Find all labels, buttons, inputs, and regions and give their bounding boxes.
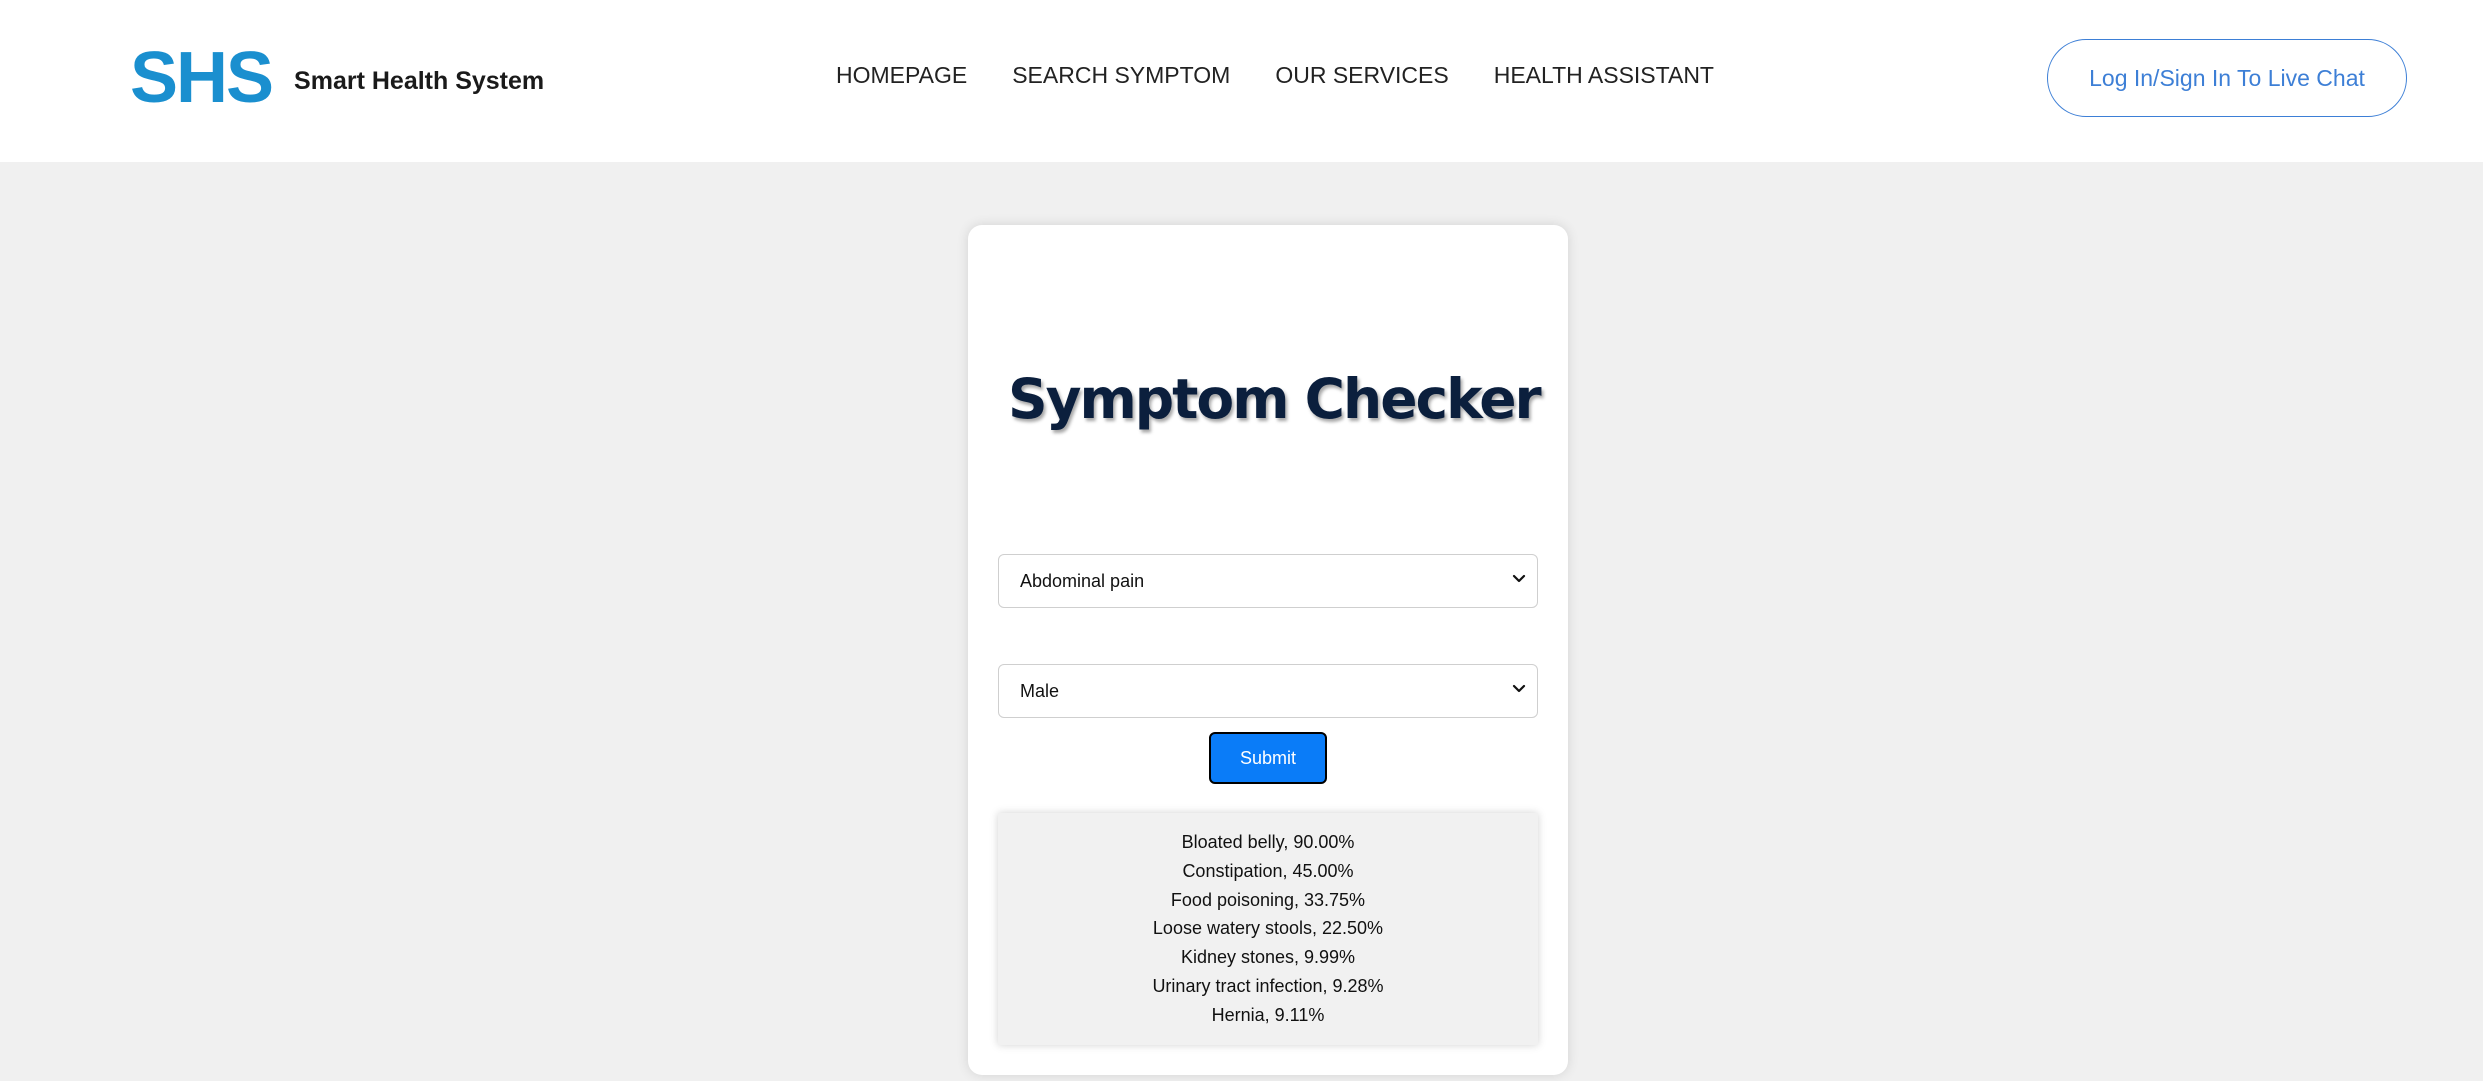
main-nav: HOMEPAGE SEARCH SYMPTOM OUR SERVICES HEA…	[836, 62, 1759, 89]
logo-text: Smart Health System	[294, 66, 545, 95]
submit-button[interactable]: Submit	[1209, 732, 1327, 784]
result-item: Loose watery stools, 22.50%	[1152, 918, 1384, 939]
results-panel: Bloated belly, 90.00% Constipation, 45.0…	[998, 813, 1538, 1045]
result-item: Kidney stones, 9.99%	[1180, 947, 1356, 968]
symptom-checker-card: Symptom Checker Abdominal pain Male Subm…	[968, 225, 1568, 1075]
logo-mark: SHS	[130, 38, 274, 118]
nav-search-symptom[interactable]: SEARCH SYMPTOM	[1012, 62, 1230, 89]
result-item: Bloated belly, 90.00%	[1181, 832, 1355, 852]
page-title: Symptom Checker	[1008, 367, 1542, 431]
chevron-down-icon	[1512, 574, 1526, 583]
nav-our-services[interactable]: OUR SERVICES	[1275, 62, 1448, 89]
result-item: Constipation, 45.00%	[1182, 860, 1354, 881]
gender-select-value: Male	[1020, 680, 1060, 701]
result-item: Hernia, 9.11%	[1211, 1004, 1325, 1025]
site-header: SHS Smart Health System HOMEPAGE SEARCH …	[0, 0, 2483, 162]
nav-homepage[interactable]: HOMEPAGE	[836, 62, 967, 89]
result-item: Urinary tract infection, 9.28%	[1152, 975, 1384, 996]
chevron-down-icon	[1512, 684, 1526, 693]
login-live-chat-button[interactable]: Log In/Sign In To Live Chat	[2047, 39, 2407, 117]
symptom-select[interactable]: Abdominal pain	[998, 554, 1538, 608]
nav-health-assistant[interactable]: HEALTH ASSISTANT	[1494, 62, 1714, 89]
logo[interactable]: SHS Smart Health System	[130, 42, 544, 114]
result-item: Food poisoning, 33.75%	[1170, 889, 1366, 910]
symptom-select-value: Abdominal pain	[1020, 570, 1145, 591]
gender-select[interactable]: Male	[998, 664, 1538, 718]
